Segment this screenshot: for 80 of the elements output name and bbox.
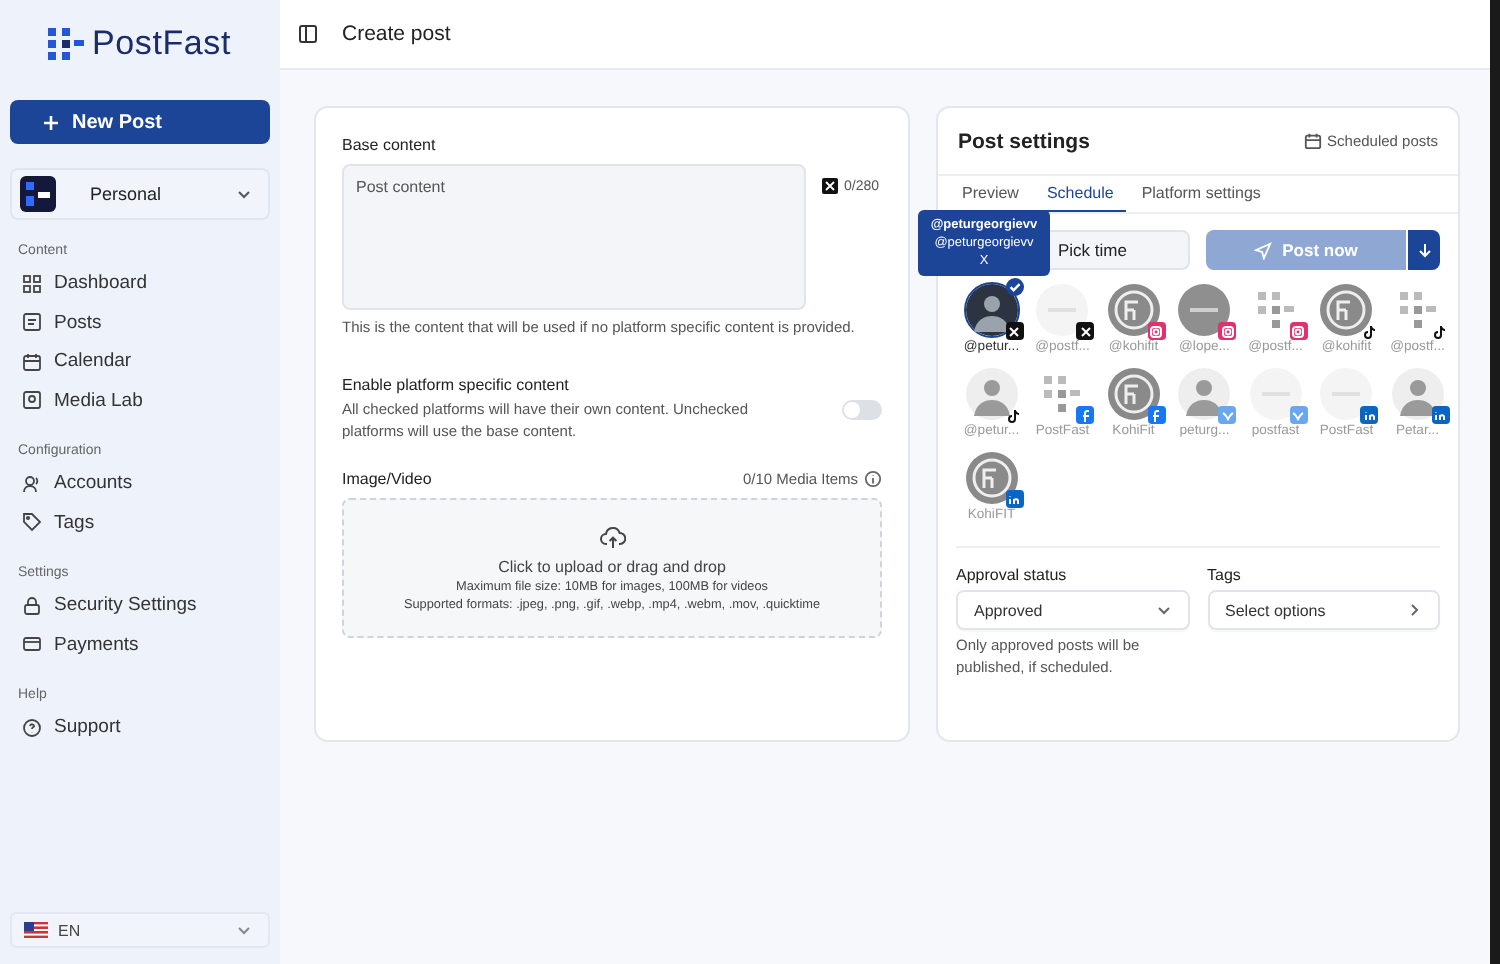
tags-select[interactable]: Select options bbox=[1207, 590, 1440, 630]
info-icon bbox=[864, 470, 882, 488]
new-post-button[interactable]: New Post bbox=[10, 100, 270, 144]
field-label: Image/Video bbox=[342, 470, 434, 488]
chevron-down-icon bbox=[1155, 602, 1171, 618]
nav-item[interactable]: Dashboard bbox=[10, 264, 270, 303]
x-logo-icon bbox=[822, 178, 838, 194]
field-label: Base content bbox=[342, 136, 438, 154]
nav-item[interactable]: Calendar bbox=[10, 342, 270, 381]
language-selector[interactable]: EN bbox=[10, 912, 270, 948]
x-logo-icon bbox=[1005, 322, 1024, 340]
grid-icon bbox=[22, 273, 42, 294]
credit-card-icon bbox=[22, 634, 42, 655]
upload-title: Click to upload or drag and drop bbox=[498, 557, 726, 575]
lock-icon bbox=[22, 595, 42, 616]
chevron-down-icon bbox=[236, 186, 252, 202]
users-icon bbox=[22, 473, 42, 494]
avatar-picture-icon bbox=[1391, 368, 1444, 420]
field-label: Enable platform specific content bbox=[342, 376, 571, 394]
avatar-picture-icon bbox=[1036, 284, 1089, 336]
instagram-icon bbox=[1147, 322, 1166, 340]
logo-text: PostFast bbox=[92, 23, 231, 63]
flag-icon bbox=[24, 922, 48, 938]
workspace-logo-icon bbox=[20, 176, 56, 212]
image-icon bbox=[22, 390, 42, 411]
avatar-picture-icon bbox=[965, 368, 1018, 420]
avatar-picture-icon bbox=[965, 284, 1018, 336]
tiktok-icon bbox=[1431, 322, 1450, 340]
sidebar-toggle-icon[interactable] bbox=[298, 24, 318, 44]
checkmark-icon bbox=[1005, 278, 1024, 296]
arrow-down-icon bbox=[1417, 242, 1431, 258]
avatar-picture-icon bbox=[965, 452, 1018, 504]
facebook-icon bbox=[1076, 406, 1095, 424]
instagram-icon bbox=[1289, 322, 1308, 340]
content-field[interactable]: Post content bbox=[342, 164, 806, 310]
avatar-picture-icon bbox=[1320, 368, 1373, 420]
tiktok-icon bbox=[1005, 406, 1024, 424]
avatar-picture-icon bbox=[1178, 284, 1231, 336]
chevron-down-icon bbox=[236, 922, 252, 938]
linkedin-icon bbox=[1005, 490, 1024, 508]
chevron-right-icon bbox=[1406, 602, 1422, 618]
avatar-picture-icon bbox=[1178, 368, 1231, 420]
linkedin-icon bbox=[1360, 406, 1379, 424]
account-avatar[interactable] bbox=[963, 282, 1020, 338]
nav-item[interactable]: Security Settings bbox=[10, 586, 270, 625]
nav-item[interactable]: Support bbox=[10, 708, 270, 747]
avatar-picture-icon bbox=[1107, 284, 1160, 336]
upload-icon bbox=[599, 525, 625, 549]
x-logo-icon bbox=[1076, 322, 1095, 340]
send-icon bbox=[1254, 241, 1273, 259]
avatar-picture-icon bbox=[1249, 368, 1302, 420]
avatar-picture-icon bbox=[1107, 368, 1160, 420]
facebook-icon bbox=[1147, 406, 1166, 424]
workspace-selector[interactable]: Personal bbox=[10, 168, 270, 220]
calendar-icon bbox=[1303, 132, 1322, 150]
document-icon bbox=[22, 312, 42, 333]
page-title: Create post bbox=[342, 22, 451, 46]
dropdown-button[interactable] bbox=[1408, 230, 1440, 270]
linkedin-icon bbox=[1431, 406, 1450, 424]
tag-icon bbox=[22, 512, 42, 533]
field-label: Tags bbox=[1207, 566, 1243, 584]
nav-item[interactable]: Tags bbox=[10, 503, 270, 542]
card-title: Post settings bbox=[958, 129, 1090, 153]
avatar-picture-icon bbox=[1320, 284, 1373, 336]
logo-icon bbox=[46, 25, 86, 61]
tiktok-icon bbox=[1360, 322, 1379, 340]
calendar-icon bbox=[22, 351, 42, 372]
nav-item[interactable]: Posts bbox=[10, 303, 270, 342]
tab[interactable]: Preview bbox=[950, 176, 1031, 212]
field-label: Approval status bbox=[956, 566, 1069, 584]
account-avatar[interactable] bbox=[1034, 282, 1091, 338]
approval-select[interactable]: Approved bbox=[956, 590, 1189, 630]
toggle-switch[interactable] bbox=[842, 399, 882, 419]
nav-item[interactable]: Media Lab bbox=[10, 381, 270, 420]
nav-item[interactable]: Payments bbox=[10, 625, 270, 664]
instagram-icon bbox=[1218, 322, 1237, 340]
tab[interactable]: Platform settings bbox=[1129, 176, 1273, 212]
plus-icon bbox=[42, 113, 60, 131]
help-icon bbox=[22, 717, 42, 738]
nav-item[interactable]: Accounts bbox=[10, 464, 270, 503]
